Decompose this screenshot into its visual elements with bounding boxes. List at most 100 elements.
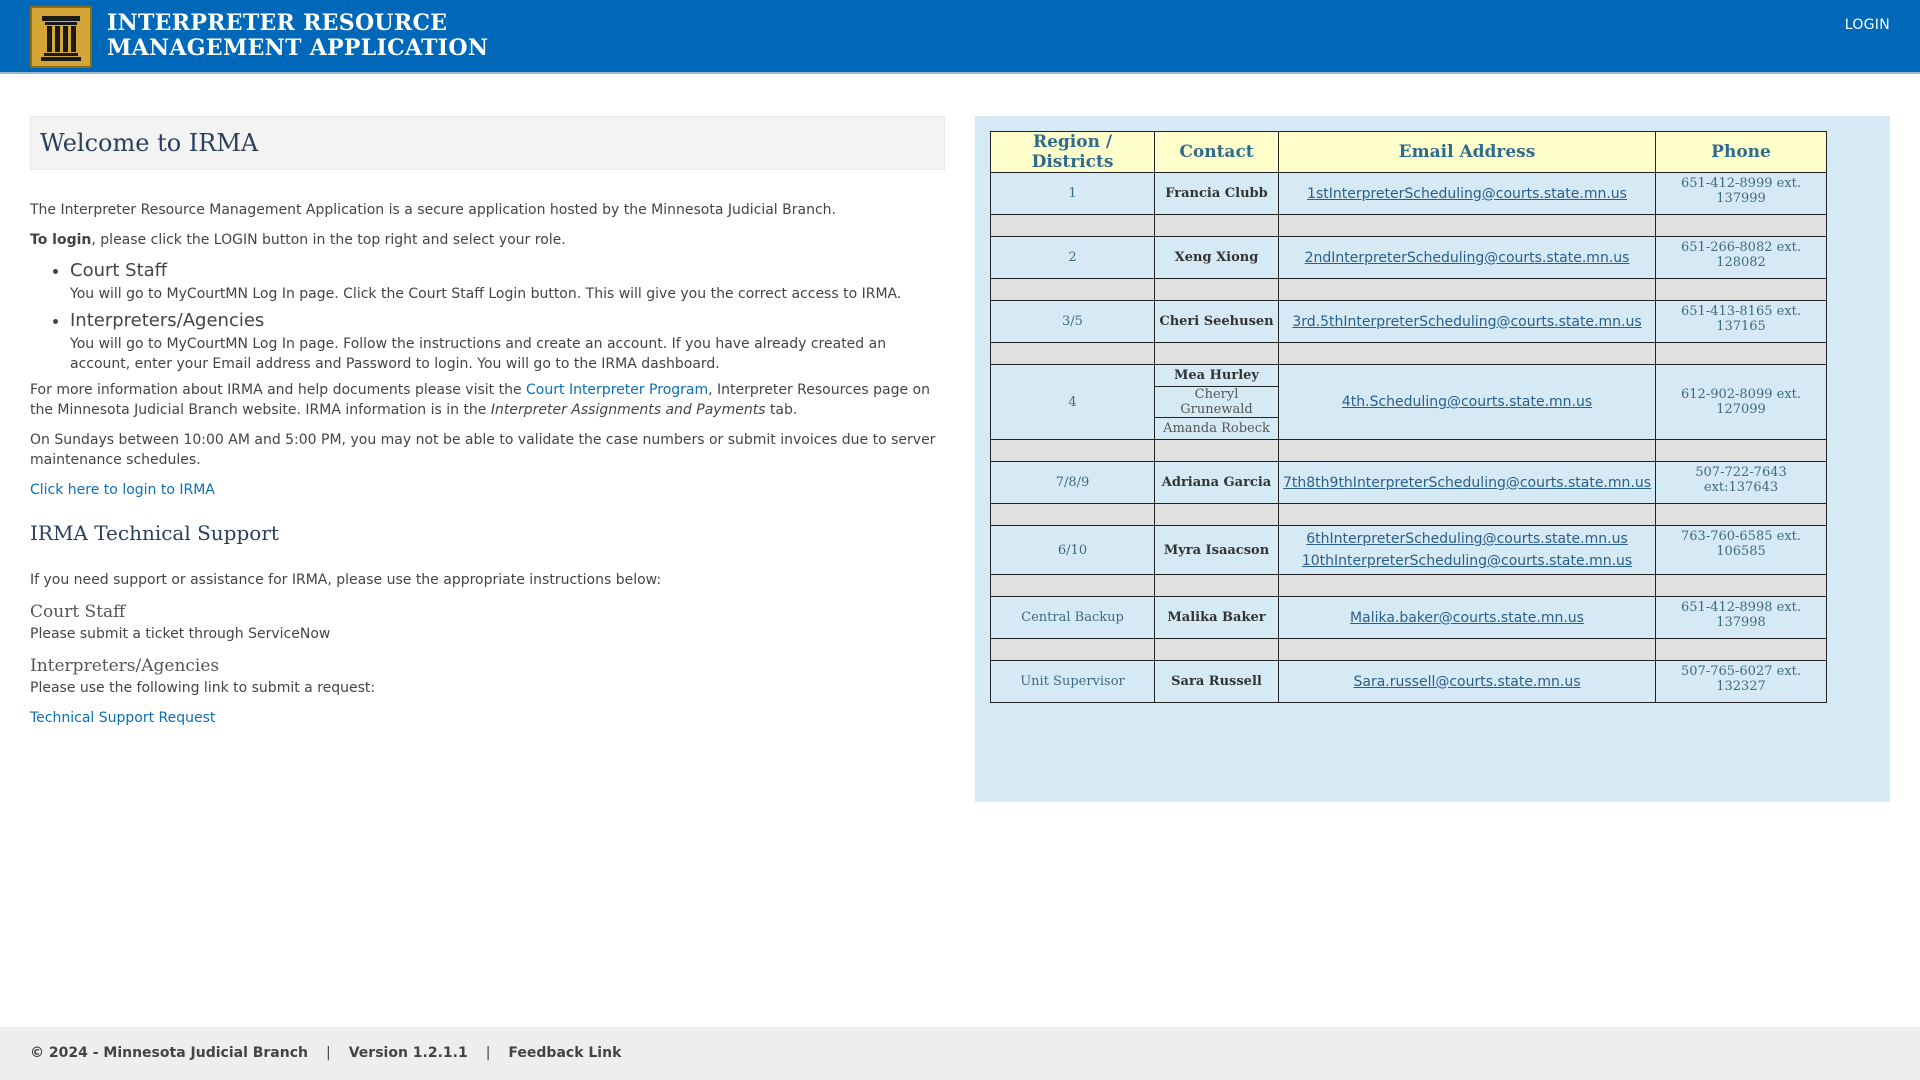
more-info-italic: Interpreter Assignments and Payments xyxy=(490,402,766,418)
phone-cell: 651-412-8998 ext. 137998 xyxy=(1655,596,1828,639)
region-cell: 6/10 xyxy=(990,525,1155,575)
email-cell: Sara.russell@courts.state.mn.us xyxy=(1277,660,1657,703)
login-bold-label: To login xyxy=(30,232,92,248)
email-link[interactable]: 4th.Scheduling@courts.state.mn.us xyxy=(1342,394,1592,410)
contact-cell: Amanda Robeck xyxy=(1154,417,1279,440)
maintenance-notice: On Sundays between 10:00 AM and 5:00 PM,… xyxy=(30,432,936,468)
phone-cell: 612-902-8099 ext. 127099 xyxy=(1655,364,1828,440)
footer-items: © 2024 - Minnesota Judicial Branch | Versi… xyxy=(30,1045,621,1061)
email-link[interactable]: 1stInterpreterScheduling@courts.state.mn… xyxy=(1307,186,1627,202)
email-link[interactable]: Sara.russell@courts.state.mn.us xyxy=(1353,674,1580,690)
court-staff-support-text: Please submit a ticket through ServiceNo… xyxy=(30,626,331,642)
region-cell: 4 xyxy=(990,364,1155,440)
role-title: Interpreters/Agencies xyxy=(70,310,265,331)
login-instructions: To login, please click the LOGIN button … xyxy=(30,230,945,250)
court-interpreter-program-link[interactable]: Court Interpreter Program xyxy=(526,382,708,398)
email-cell: 6thInterpreterScheduling@courts.state.mn… xyxy=(1277,525,1657,575)
role-title: Court Staff xyxy=(70,260,168,281)
email-link[interactable]: 2ndInterpreterScheduling@courts.state.mn… xyxy=(1305,250,1630,266)
welcome-heading: Welcome to IRMA xyxy=(40,129,259,157)
interpreters-support-text: Please use the following link to submit … xyxy=(30,680,376,696)
feedback-link[interactable]: Feedback Link xyxy=(508,1045,621,1061)
role-description: You will go to MyCourtMN Log In page. Fo… xyxy=(70,336,887,372)
region-cell: Unit Supervisor xyxy=(990,660,1155,703)
role-item-court-staff: Court Staff You will go to MyCourtMN Log… xyxy=(70,258,945,304)
footer-version: Version 1.2.1.1 xyxy=(348,1045,468,1061)
footer-separator: | xyxy=(326,1045,331,1061)
contact-cell: Francia Clubb xyxy=(1154,172,1279,215)
table-separator-row xyxy=(990,278,1828,301)
more-info-text: For more information about IRMA and help… xyxy=(30,380,945,420)
contact-cell: Xeng Xiong xyxy=(1154,236,1279,279)
welcome-banner: Welcome to IRMA xyxy=(30,116,945,170)
email-link[interactable]: 7th8th9thInterpreterScheduling@courts.st… xyxy=(1283,475,1651,491)
intro-text: The Interpreter Resource Management Appl… xyxy=(30,202,836,218)
region-cell: 1 xyxy=(990,172,1155,215)
login-instructions-text: , please click the LOGIN button in the t… xyxy=(91,232,566,248)
email-cell: 4th.Scheduling@courts.state.mn.us xyxy=(1277,364,1657,440)
app-title-line2: MANAGEMENT APPLICATION xyxy=(107,35,489,61)
phone-cell: 507-765-6027 ext. 132327 xyxy=(1655,660,1828,703)
more-info-post: tab. xyxy=(765,402,798,418)
email-cell: 1stInterpreterScheduling@courts.state.mn… xyxy=(1277,172,1657,215)
phone-cell: 763-760-6585 ext. 106585 xyxy=(1655,525,1828,575)
contact-cell: Adriana Garcia xyxy=(1154,461,1279,504)
contact-cell: Sara Russell xyxy=(1154,660,1279,703)
table-row: Central Backup Malika Baker Malika.baker… xyxy=(990,596,1828,639)
role-item-interpreters: Interpreters/Agencies You will go to MyC… xyxy=(70,308,945,374)
column-header-contact: Contact xyxy=(1154,131,1279,173)
contacts-panel: Region / Districts Contact Email Address… xyxy=(975,116,1890,802)
region-cell: 7/8/9 xyxy=(990,461,1155,504)
role-description: You will go to MyCourtMN Log In page. Cl… xyxy=(70,286,902,302)
contact-cell: Malika Baker xyxy=(1154,596,1279,639)
email-cell: 3rd.5thInterpreterScheduling@courts.stat… xyxy=(1277,300,1657,343)
table-row: 6/10 Myra Isaacson 6thInterpreterSchedul… xyxy=(990,525,1828,575)
phone-cell: 507-722-7643 ext:137643 xyxy=(1655,461,1828,504)
login-to-irma-link[interactable]: Click here to login to IRMA xyxy=(30,482,215,498)
email-cell: 2ndInterpreterScheduling@courts.state.mn… xyxy=(1277,236,1657,279)
app-title-line1: INTERPRETER RESOURCE xyxy=(107,10,448,36)
app-header: INTERPRETER RESOURCE MANAGEMENT APPLICAT… xyxy=(0,0,1920,74)
email-link[interactable]: 10thInterpreterScheduling@courts.state.m… xyxy=(1302,553,1632,569)
contact-cell: Cheri Seehusen xyxy=(1154,300,1279,343)
table-row: 3/5 Cheri Seehusen 3rd.5thInterpreterSch… xyxy=(990,300,1828,343)
column-header-region: Region / Districts xyxy=(990,131,1155,173)
contact-cell: Cheryl Grunewald xyxy=(1154,386,1279,418)
footer-separator: | xyxy=(485,1045,491,1061)
more-info-pre: For more information about IRMA and help… xyxy=(30,382,527,398)
table-separator-row xyxy=(990,439,1828,462)
table-separator-row xyxy=(990,574,1828,597)
table-row: 1 Francia Clubb 1stInterpreterScheduling… xyxy=(990,172,1828,215)
phone-cell: 651-266-8082 ext. 128082 xyxy=(1655,236,1828,279)
welcome-column: Welcome to IRMA The Interpreter Resource… xyxy=(30,116,945,728)
login-link[interactable]: LOGIN xyxy=(1845,17,1890,33)
email-cell: 7th8th9thInterpreterScheduling@courts.st… xyxy=(1277,461,1657,504)
email-cell: Malika.baker@courts.state.mn.us xyxy=(1277,596,1657,639)
phone-cell: 651-413-8165 ext. 137165 xyxy=(1655,300,1828,343)
email-link[interactable]: Malika.baker@courts.state.mn.us xyxy=(1350,610,1584,626)
support-heading: IRMA Technical Support xyxy=(30,521,279,545)
region-cell: 2 xyxy=(990,236,1155,279)
contacts-table: Region / Districts Contact Email Address… xyxy=(990,131,1828,703)
role-list: Court Staff You will go to MyCourtMN Log… xyxy=(30,258,945,374)
region-cell: Central Backup xyxy=(990,596,1155,639)
contact-cell: Myra Isaacson xyxy=(1154,525,1279,575)
logo-graphic xyxy=(32,8,90,66)
technical-support-request-link[interactable]: Technical Support Request xyxy=(30,710,215,726)
table-separator-row xyxy=(990,342,1828,365)
table-separator-row xyxy=(990,214,1828,237)
table-row: 2 Xeng Xiong 2ndInterpreterScheduling@co… xyxy=(990,236,1828,279)
courthouse-pillar-icon[interactable] xyxy=(30,6,92,68)
table-row: Unit Supervisor Sara Russell Sara.russel… xyxy=(990,660,1828,703)
email-link[interactable]: 3rd.5thInterpreterScheduling@courts.stat… xyxy=(1292,314,1641,330)
region-cell: 3/5 xyxy=(990,300,1155,343)
email-link[interactable]: 6thInterpreterScheduling@courts.state.mn… xyxy=(1306,531,1627,547)
court-staff-heading: Court Staff xyxy=(30,602,126,622)
footer-copyright: © 2024 - Minnesota Judicial Branch xyxy=(30,1045,308,1061)
table-header-row: Region / Districts Contact Email Address… xyxy=(990,131,1828,173)
table-row: 4 Mea Hurley 4th.Scheduling@courts.state… xyxy=(990,364,1828,440)
table-separator-row xyxy=(990,638,1828,661)
column-header-phone: Phone xyxy=(1655,131,1828,173)
column-header-email: Email Address xyxy=(1277,131,1657,173)
app-title: INTERPRETER RESOURCE MANAGEMENT APPLICAT… xyxy=(107,11,488,61)
